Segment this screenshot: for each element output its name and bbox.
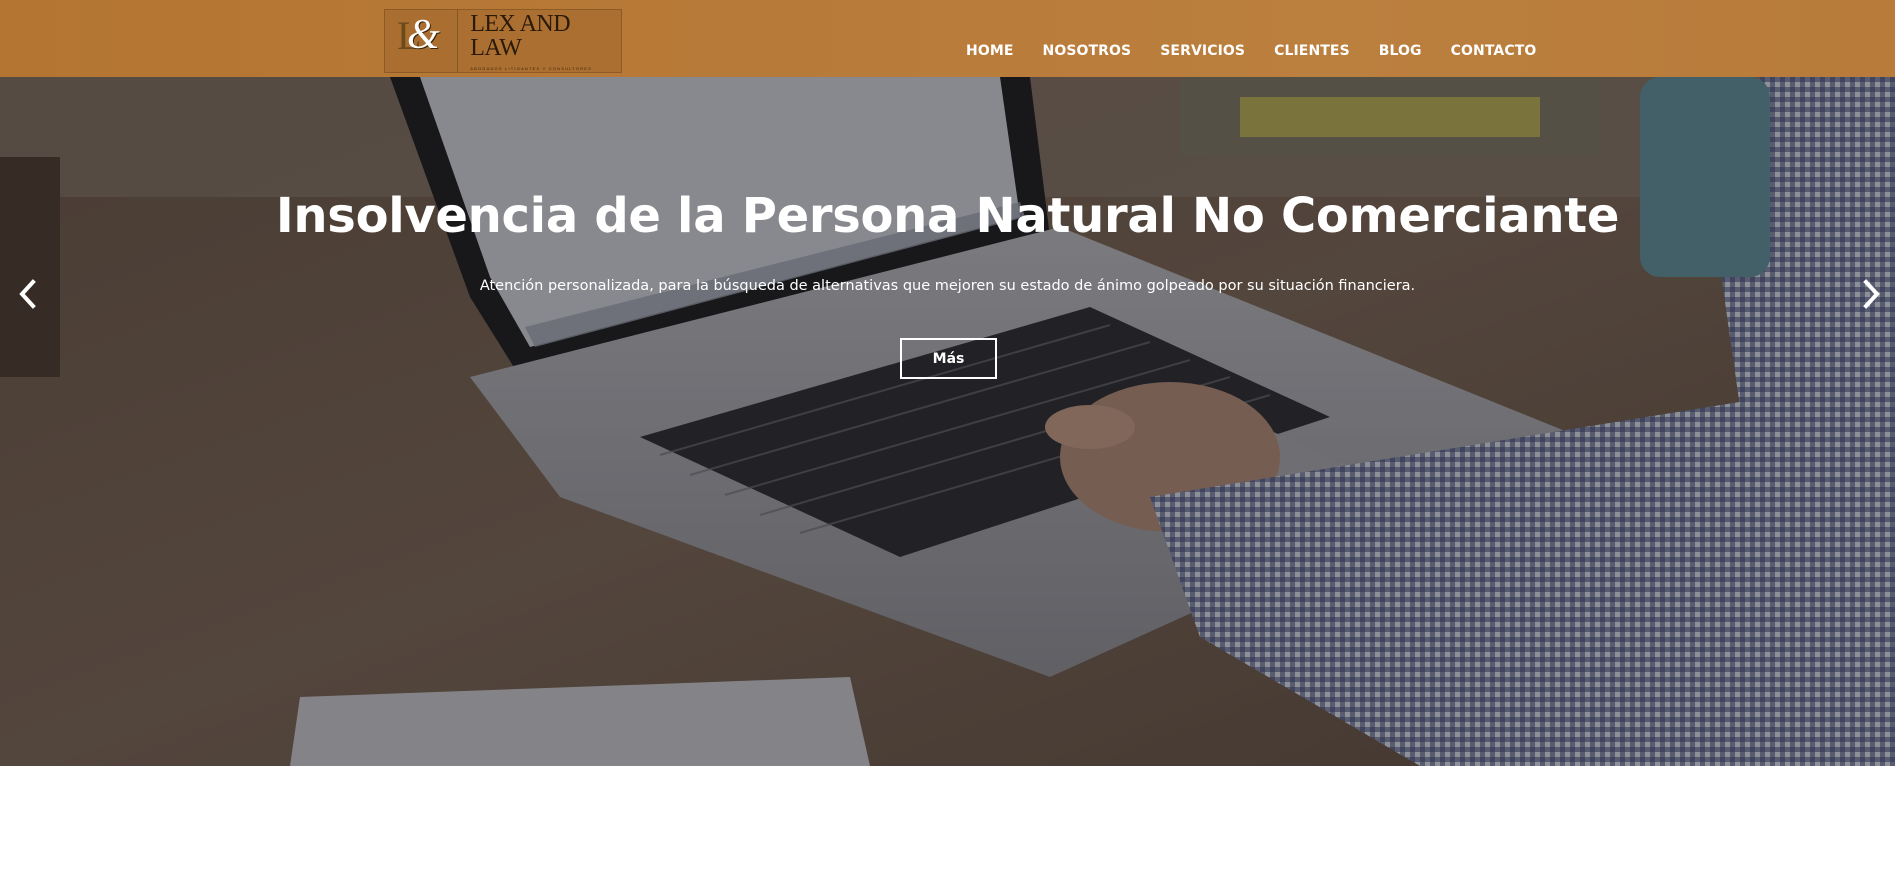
nav-home[interactable]: HOME	[966, 41, 1014, 61]
nav-clientes[interactable]: CLIENTES	[1274, 41, 1350, 61]
chevron-right-icon	[1863, 279, 1880, 309]
nav-nosotros[interactable]: NOSOTROS	[1043, 41, 1132, 61]
logo-name: LEX AND LAW	[470, 10, 571, 61]
hero-overlay	[0, 77, 1895, 766]
slider-prev-button[interactable]	[12, 274, 42, 314]
logo-monogram: L &	[385, 10, 459, 72]
nav-contacto[interactable]: CONTACTO	[1451, 41, 1537, 61]
hero-title: Insolvencia de la Persona Natural No Com…	[275, 188, 1620, 244]
main-nav: HOME NOSOTROS SERVICIOS CLIENTES BLOG CO…	[966, 41, 1536, 61]
slider-next-button[interactable]	[1857, 274, 1887, 314]
logo-tagline: ABOGADOS LITIGANTES Y CONSULTORES	[470, 65, 593, 71]
hero-subtitle: Atención personalizada, para la búsqueda…	[479, 278, 1416, 294]
more-button[interactable]: Más	[900, 338, 997, 379]
site-logo[interactable]: L & LEX AND LAW ABOGADOS LITIGANTES Y CO…	[384, 9, 622, 73]
nav-blog[interactable]: BLOG	[1379, 41, 1422, 61]
hero-slider: Insolvencia de la Persona Natural No Com…	[0, 77, 1895, 766]
nav-servicios[interactable]: SERVICIOS	[1160, 41, 1245, 61]
chevron-left-icon	[19, 279, 36, 309]
site-header: L & LEX AND LAW ABOGADOS LITIGANTES Y CO…	[0, 0, 1895, 77]
